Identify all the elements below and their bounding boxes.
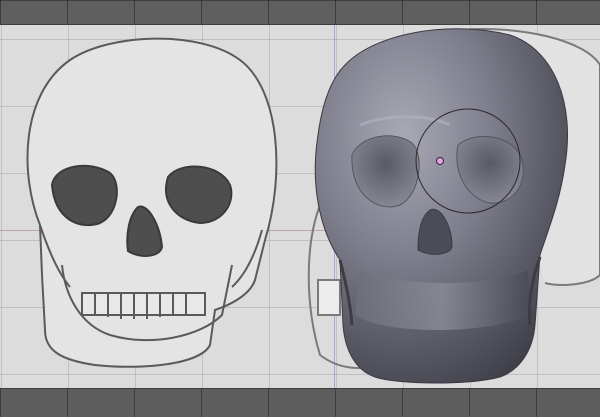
viewport-canvas[interactable] bbox=[0, 25, 600, 388]
3d-viewport[interactable] bbox=[0, 0, 600, 417]
scene-svg bbox=[26, 28, 600, 384]
brush-center-dot bbox=[436, 157, 444, 165]
reference-sketch bbox=[26, 37, 278, 368]
bottom-toolbar-strip bbox=[0, 388, 600, 417]
top-toolbar-strip bbox=[0, 0, 600, 25]
side-sketch-teeth bbox=[317, 279, 341, 316]
